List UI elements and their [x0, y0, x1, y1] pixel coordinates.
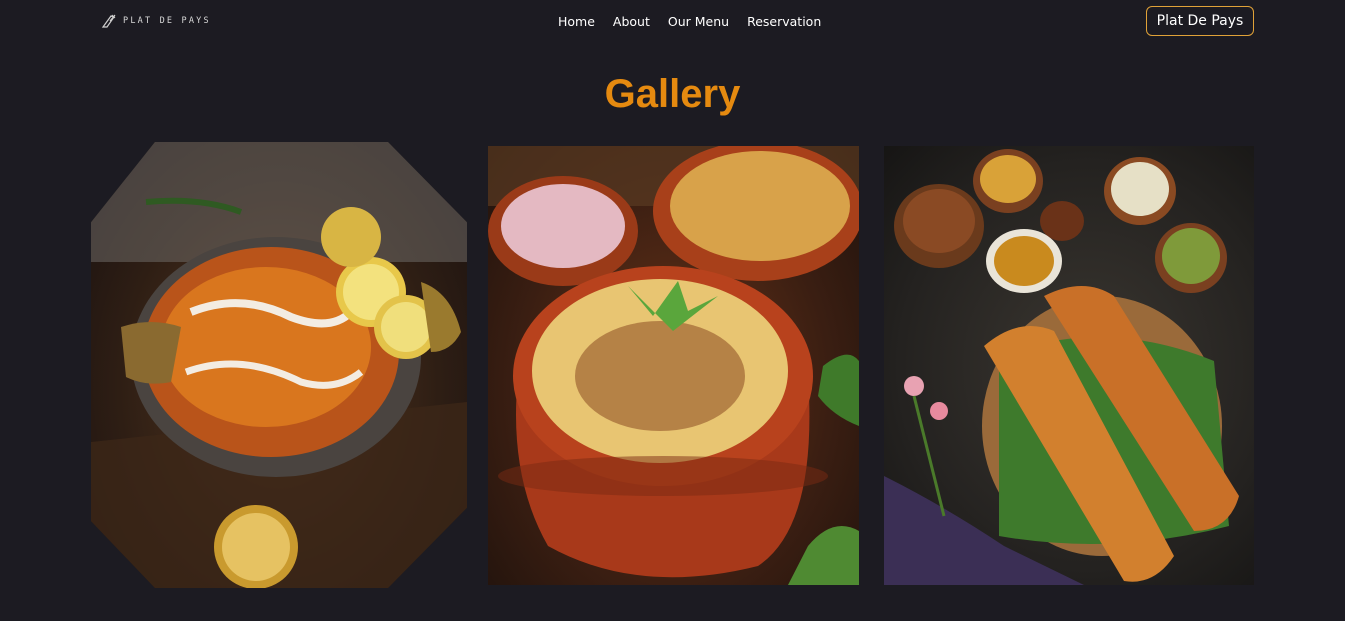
gallery-image-curry-bowl[interactable]: [91, 142, 467, 588]
dosa-platter-illustration: [884, 149, 1239, 585]
gallery-title: Gallery: [604, 72, 741, 116]
nav-item-about: About: [613, 13, 650, 31]
knife-fork-logo-icon: [101, 14, 116, 28]
brand-cta-button[interactable]: Plat De Pays: [1146, 6, 1254, 36]
biryani-pot-illustration: [488, 146, 859, 585]
nav-item-our-menu: Our Menu: [668, 13, 729, 31]
brand-name: PLAT DE PAYS: [123, 16, 211, 26]
nav-item-reservation: Reservation: [747, 13, 821, 31]
nav-link-home[interactable]: Home: [558, 14, 595, 29]
nav-link-our-menu[interactable]: Our Menu: [668, 14, 729, 29]
nav-link-reservation[interactable]: Reservation: [747, 14, 821, 29]
gallery-image-dosa-platter[interactable]: [884, 146, 1254, 585]
gallery-image-biryani-pot[interactable]: [488, 146, 859, 585]
nav-menu: Home About Our Menu Reservation: [558, 13, 821, 31]
nav-item-home: Home: [558, 13, 595, 31]
curry-bowl-illustration: [91, 142, 467, 588]
nav-link-about[interactable]: About: [613, 14, 650, 29]
brand-logo[interactable]: PLAT DE PAYS: [101, 12, 211, 30]
navbar: PLAT DE PAYS Home About Our Menu Reserva…: [0, 0, 1345, 42]
